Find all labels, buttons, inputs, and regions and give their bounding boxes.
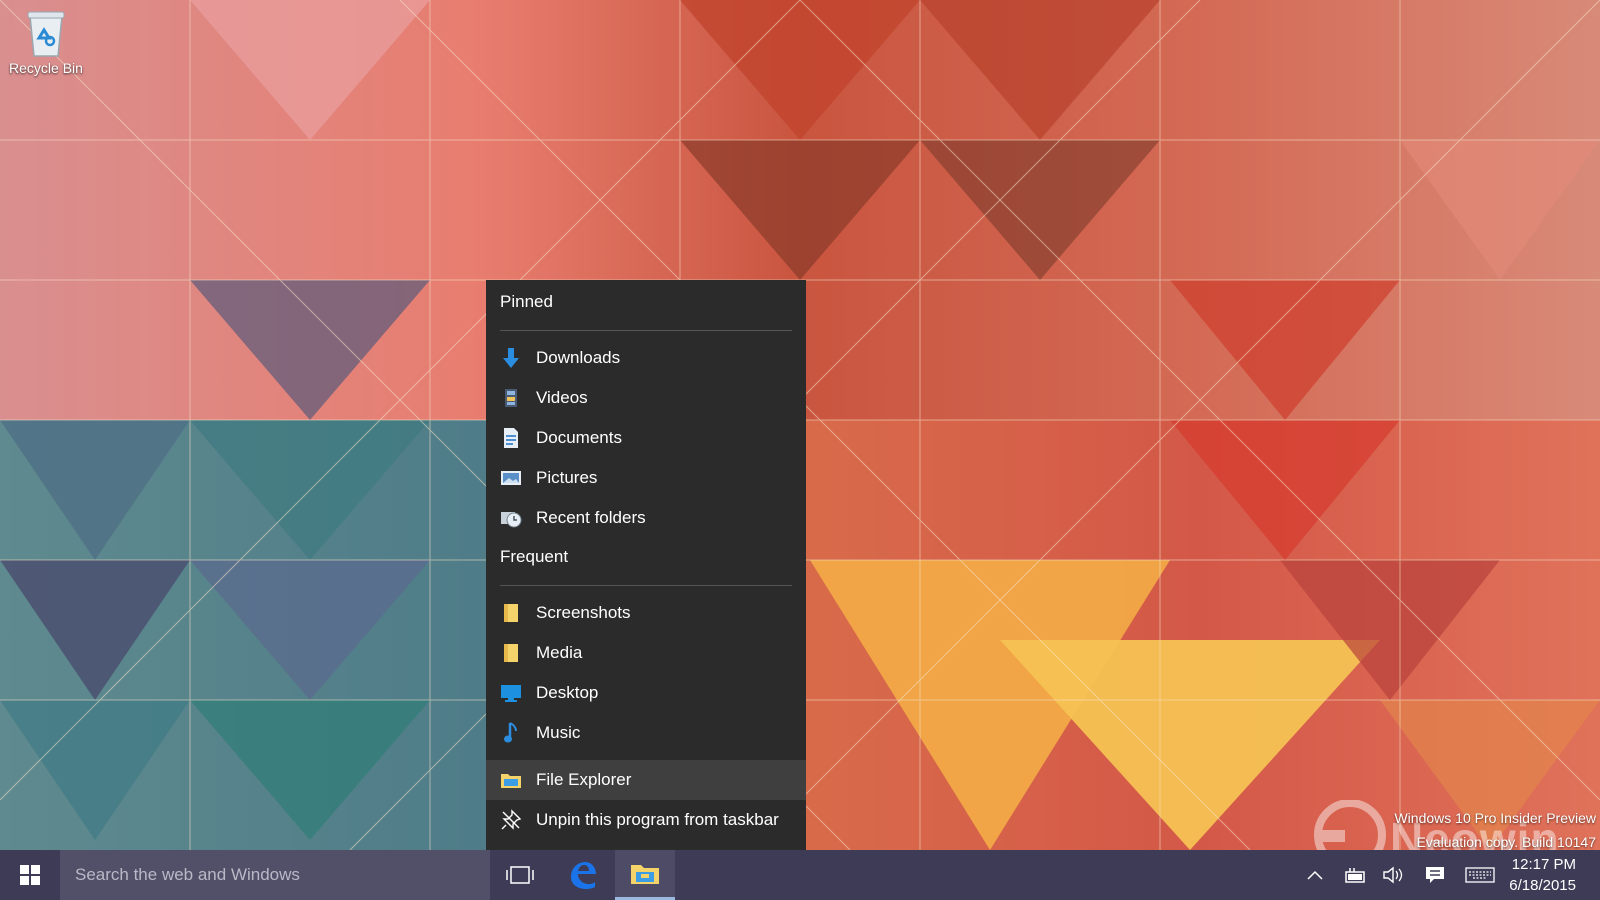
file-explorer-icon xyxy=(631,864,659,884)
jumplist-item-label: Recent folders xyxy=(536,508,646,527)
chevron-up-icon xyxy=(1307,870,1323,880)
speaker-icon xyxy=(1383,866,1403,884)
documents-folder-icon xyxy=(500,427,522,449)
folder-icon xyxy=(500,602,522,624)
start-button[interactable] xyxy=(0,850,60,900)
desktop-icon xyxy=(500,682,522,704)
download-arrow-icon xyxy=(500,347,522,369)
edge-taskbar-button[interactable] xyxy=(553,850,613,900)
pictures-folder-icon xyxy=(500,467,522,489)
jumplist-item-desktop[interactable]: Desktop xyxy=(486,673,806,713)
pinned-divider xyxy=(500,330,792,331)
jumplist-item-label: Pictures xyxy=(536,468,598,487)
jumplist-item-music[interactable]: Music xyxy=(486,713,806,753)
file-explorer-icon xyxy=(500,769,522,791)
show-hidden-icons-button[interactable] xyxy=(1302,862,1328,888)
notification-icon xyxy=(1426,867,1444,883)
frequent-divider xyxy=(500,585,792,586)
jumplist-item-documents[interactable]: Documents xyxy=(486,418,806,458)
jumplist-item-media[interactable]: Media xyxy=(486,633,806,673)
keyboard-icon xyxy=(1465,867,1495,883)
jumplist-item-label: Documents xyxy=(536,428,622,447)
jumplist-task-unpin[interactable]: Unpin this program from taskbar xyxy=(486,800,806,840)
task-view-button[interactable] xyxy=(490,850,550,900)
jumplist-item-label: Screenshots xyxy=(536,603,631,622)
jumplist-item-downloads[interactable]: Downloads xyxy=(486,338,806,378)
jumplist-task-file-explorer[interactable]: File Explorer xyxy=(486,760,806,800)
pinned-section-title: Pinned xyxy=(500,292,553,311)
jumplist-item-screenshots[interactable]: Screenshots xyxy=(486,593,806,633)
unpin-icon xyxy=(500,809,522,831)
taskbar-search-box[interactable]: Search the web and Windows xyxy=(60,850,490,900)
task-view-icon xyxy=(506,866,534,884)
battery-plug-icon xyxy=(1345,868,1365,883)
clock-date: 6/18/2015 xyxy=(1509,877,1576,894)
jumplist-item-label: Desktop xyxy=(536,683,599,702)
watermark-line-1: Windows 10 Pro Insider Preview xyxy=(1394,810,1596,826)
action-center-button[interactable] xyxy=(1422,862,1448,888)
music-note-icon xyxy=(500,722,522,744)
jumplist-item-label: Music xyxy=(536,723,581,742)
clock-time: 12:17 PM xyxy=(1511,856,1576,873)
recycle-bin-icon xyxy=(27,11,65,57)
jumplist-item-label: Videos xyxy=(536,388,588,407)
recycle-bin-label: Recycle Bin xyxy=(9,60,83,76)
folder-icon xyxy=(500,642,522,664)
jumplist-item-recent-folders[interactable]: Recent folders xyxy=(486,498,806,538)
windows-logo-icon xyxy=(20,865,40,885)
jumplist-item-videos[interactable]: Videos xyxy=(486,378,806,418)
file-explorer-jump-list: Pinned Downloads Videos Documents Pictur… xyxy=(486,280,806,850)
edge-icon xyxy=(571,862,596,889)
jumplist-item-pictures[interactable]: Pictures xyxy=(486,458,806,498)
touch-keyboard-button[interactable] xyxy=(1464,862,1496,888)
jumplist-item-label: Unpin this program from taskbar xyxy=(536,810,779,829)
file-explorer-taskbar-button[interactable] xyxy=(615,850,675,900)
recycle-bin-shortcut[interactable]: Recycle Bin xyxy=(6,6,86,76)
jumplist-item-label: Downloads xyxy=(536,348,621,367)
power-tray-button[interactable] xyxy=(1342,862,1368,888)
search-placeholder: Search the web and Windows xyxy=(75,865,300,884)
jumplist-item-label: File Explorer xyxy=(536,770,632,789)
videos-folder-icon xyxy=(500,387,522,409)
volume-tray-button[interactable] xyxy=(1380,862,1406,888)
taskbar: Search the web and Windows 12:17 PM 6/18… xyxy=(0,850,1600,900)
frequent-section-title: Frequent xyxy=(500,547,569,566)
jumplist-item-label: Media xyxy=(536,643,583,662)
build-watermark: Windows 10 Pro Insider Preview Evaluatio… xyxy=(1394,806,1596,854)
recent-folders-icon xyxy=(500,507,522,529)
taskbar-clock[interactable]: 12:17 PM 6/18/2015 xyxy=(1509,854,1576,896)
